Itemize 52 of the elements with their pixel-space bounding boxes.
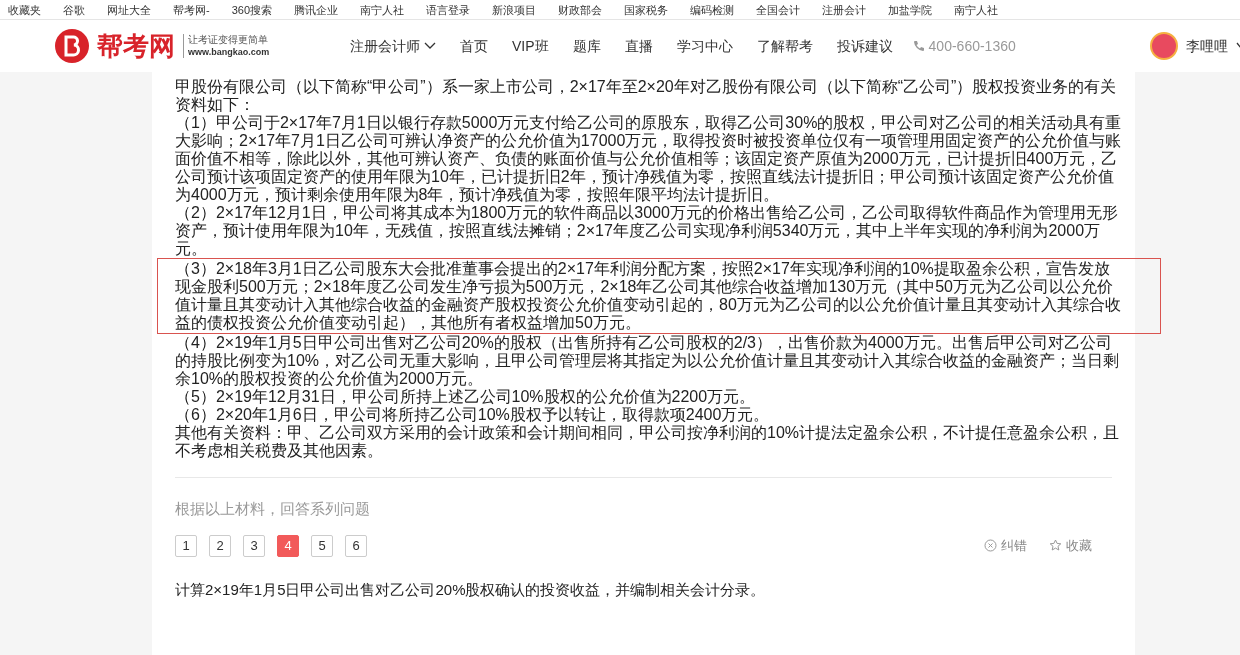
logo-icon (55, 29, 89, 63)
bookmark-link[interactable]: 腾讯企业 (294, 3, 339, 16)
bookmark-link[interactable]: 全国会计 (756, 3, 801, 16)
nav-link[interactable]: 题库 (572, 35, 601, 57)
logo-url: www.bangkao.com (188, 46, 270, 58)
nav-link[interactable]: 学习中心 (676, 35, 733, 57)
bookmark-link[interactable]: 编码检测 (690, 3, 735, 16)
bookmark-link[interactable]: 新浪项目 (492, 3, 537, 16)
bookmark-link[interactable]: 帮考网- (173, 3, 210, 16)
material-paragraph: 其他有关资料：甲、乙公司双方采用的会计政策和会计期间相同，甲公司按净利润的10%计提法定盈余公积，不计提任意盈余公积，且不考虑相关税费及其他因素。 (175, 424, 1121, 460)
bookmark-link[interactable]: 注册会计 (822, 3, 867, 16)
bookmark-link[interactable]: 谷歌 (63, 3, 85, 16)
question-number-tab[interactable]: 3 (243, 534, 265, 557)
x-circle-icon (984, 539, 997, 552)
nav-link[interactable]: VIP班 (512, 35, 549, 57)
material-paragraph: （3）2×18年3月1日乙公司股东大会批准董事会提出的2×17年利润分配方案，按照2×17年实现净利润的10%提取盈余公积，宣告发放现金股利500万元；2×18年度乙公司发生净亏损为500万元，2×18年乙公司其他综合收益增加130万元（其中50万元为乙公司以公允价值计量且其变动计入其他综合收益的金融资产股权投资公允价值变动引起的，80万元为乙公司的以公允价值计量且其变动计入其综合收益的债权投资公允价值变动引起），其他所有者权益增加50万元。 (157, 258, 1161, 334)
logo-slogan: 让考证变得更简单 (188, 34, 269, 46)
material-paragraph: 甲股份有限公司（以下简称“甲公司”）系一家上市公司，2×17年至2×20年对乙股份有限公司（以下简称“乙公司”）股权投资业务的有关资料如下： (175, 78, 1118, 114)
bookmark-link[interactable]: 收藏夹 (8, 3, 41, 16)
chevron-down-icon (424, 42, 436, 50)
question-number-tab[interactable]: 1 (175, 534, 197, 557)
question-number-tab[interactable]: 6 (345, 534, 367, 557)
bookmark-link[interactable]: 财政部会 (558, 3, 603, 16)
phone-number: 400-660-1360 (928, 36, 1016, 56)
bookmark-link[interactable]: 南宁人社 (360, 3, 405, 16)
material-paragraph: （5）2×19年12月31日，甲公司所持上述乙公司10%股权的公允价值为2200万元。 (175, 388, 757, 406)
nav-link[interactable]: 首页 (460, 35, 488, 57)
nav-link[interactable]: 了解帮考 (756, 35, 813, 57)
star-icon (1049, 539, 1062, 552)
material-paragraph: （1）甲公司于2×17年7月1日以银行存款5000万元支付给乙公司的原股东，取得乙公司30%的股权，甲公司对乙公司的相关活动具有重大影响；2×17年7月1日乙公司可辨认净资产的公允价值为17000万元，取得投资时被投资单位仅有一项管理用固定资产的公允价值与账面价值不相等，除此以外，其他可辨认资产、负债的账面价值与公允价值相等；该固定资产原值为2000万元，已计提折旧400万元，乙公司预计该项固定资产的使用年限为10年，已计提折旧2年，预计净残值为零，按照直线法计提折旧；甲公司预计该固定资产公允价值为4000万元，预计剩余使用年限为8年，预计净残值为零，按照年限平均法计提折旧。 (175, 114, 1123, 204)
material-paragraph: （4）2×19年1月5日甲公司出售对乙公司20%的股权（出售所持有乙公司股权的2/3），出售价款为4000万元。出售后甲公司对乙公司的持股比例变为10%，对乙公司无重大影响，且甲公司管理层将其指定为以公允价值计量且其变动计入其综合收益的金融资产；当日剩余10%的股权投资的公允价值为2000万元。 (175, 334, 1121, 388)
nav-link[interactable]: 投诉建议 (836, 35, 893, 57)
bookmark-link[interactable]: 南宁人社 (954, 3, 999, 16)
question-number-tab[interactable]: 5 (311, 534, 333, 557)
prompt-text: 根据以上材料，回答系列问题 (175, 499, 371, 519)
report-error-button[interactable]: 纠错 (984, 535, 1027, 556)
bookmark-link[interactable]: 国家税务 (624, 3, 669, 16)
bookmark-link[interactable]: 网址大全 (107, 3, 151, 16)
bookmark-link[interactable]: 加盐学院 (888, 3, 933, 16)
nav-link[interactable]: 注册会计师 (350, 35, 436, 57)
question-number-tab[interactable]: 2 (209, 534, 231, 557)
favorite-button[interactable]: 收藏 (1049, 535, 1092, 556)
material-paragraph: （6）2×20年1月6日，甲公司将所持乙公司10%股权予以转让，取得款项2400万元。 (175, 406, 771, 424)
phone-icon (912, 40, 925, 52)
avatar-icon[interactable] (1150, 32, 1178, 60)
bookmark-link[interactable]: 语言登录 (426, 3, 471, 16)
material-paragraph: （2）2×17年12月1日，甲公司将其成本为1800万元的软件商品以3000万元的价格出售给乙公司，乙公司取得软件商品作为管理用无形资产，预计使用年限为10年，无残值，按照直线法摊销；2×17年度乙公司实现净利润5340万元，其中上半年实现的净利润为2000万元。 (175, 204, 1119, 258)
bookmark-link[interactable]: 360搜索 (231, 3, 273, 16)
user-name[interactable]: 李哩哩 (1186, 35, 1228, 57)
logo-name: 帮考网 (97, 29, 175, 63)
question-text: 计算2×19年1月5日甲公司出售对乙公司20%股权确认的投资收益，并编制相关会计分录。 (175, 579, 767, 600)
nav-link[interactable]: 直播 (624, 35, 653, 57)
